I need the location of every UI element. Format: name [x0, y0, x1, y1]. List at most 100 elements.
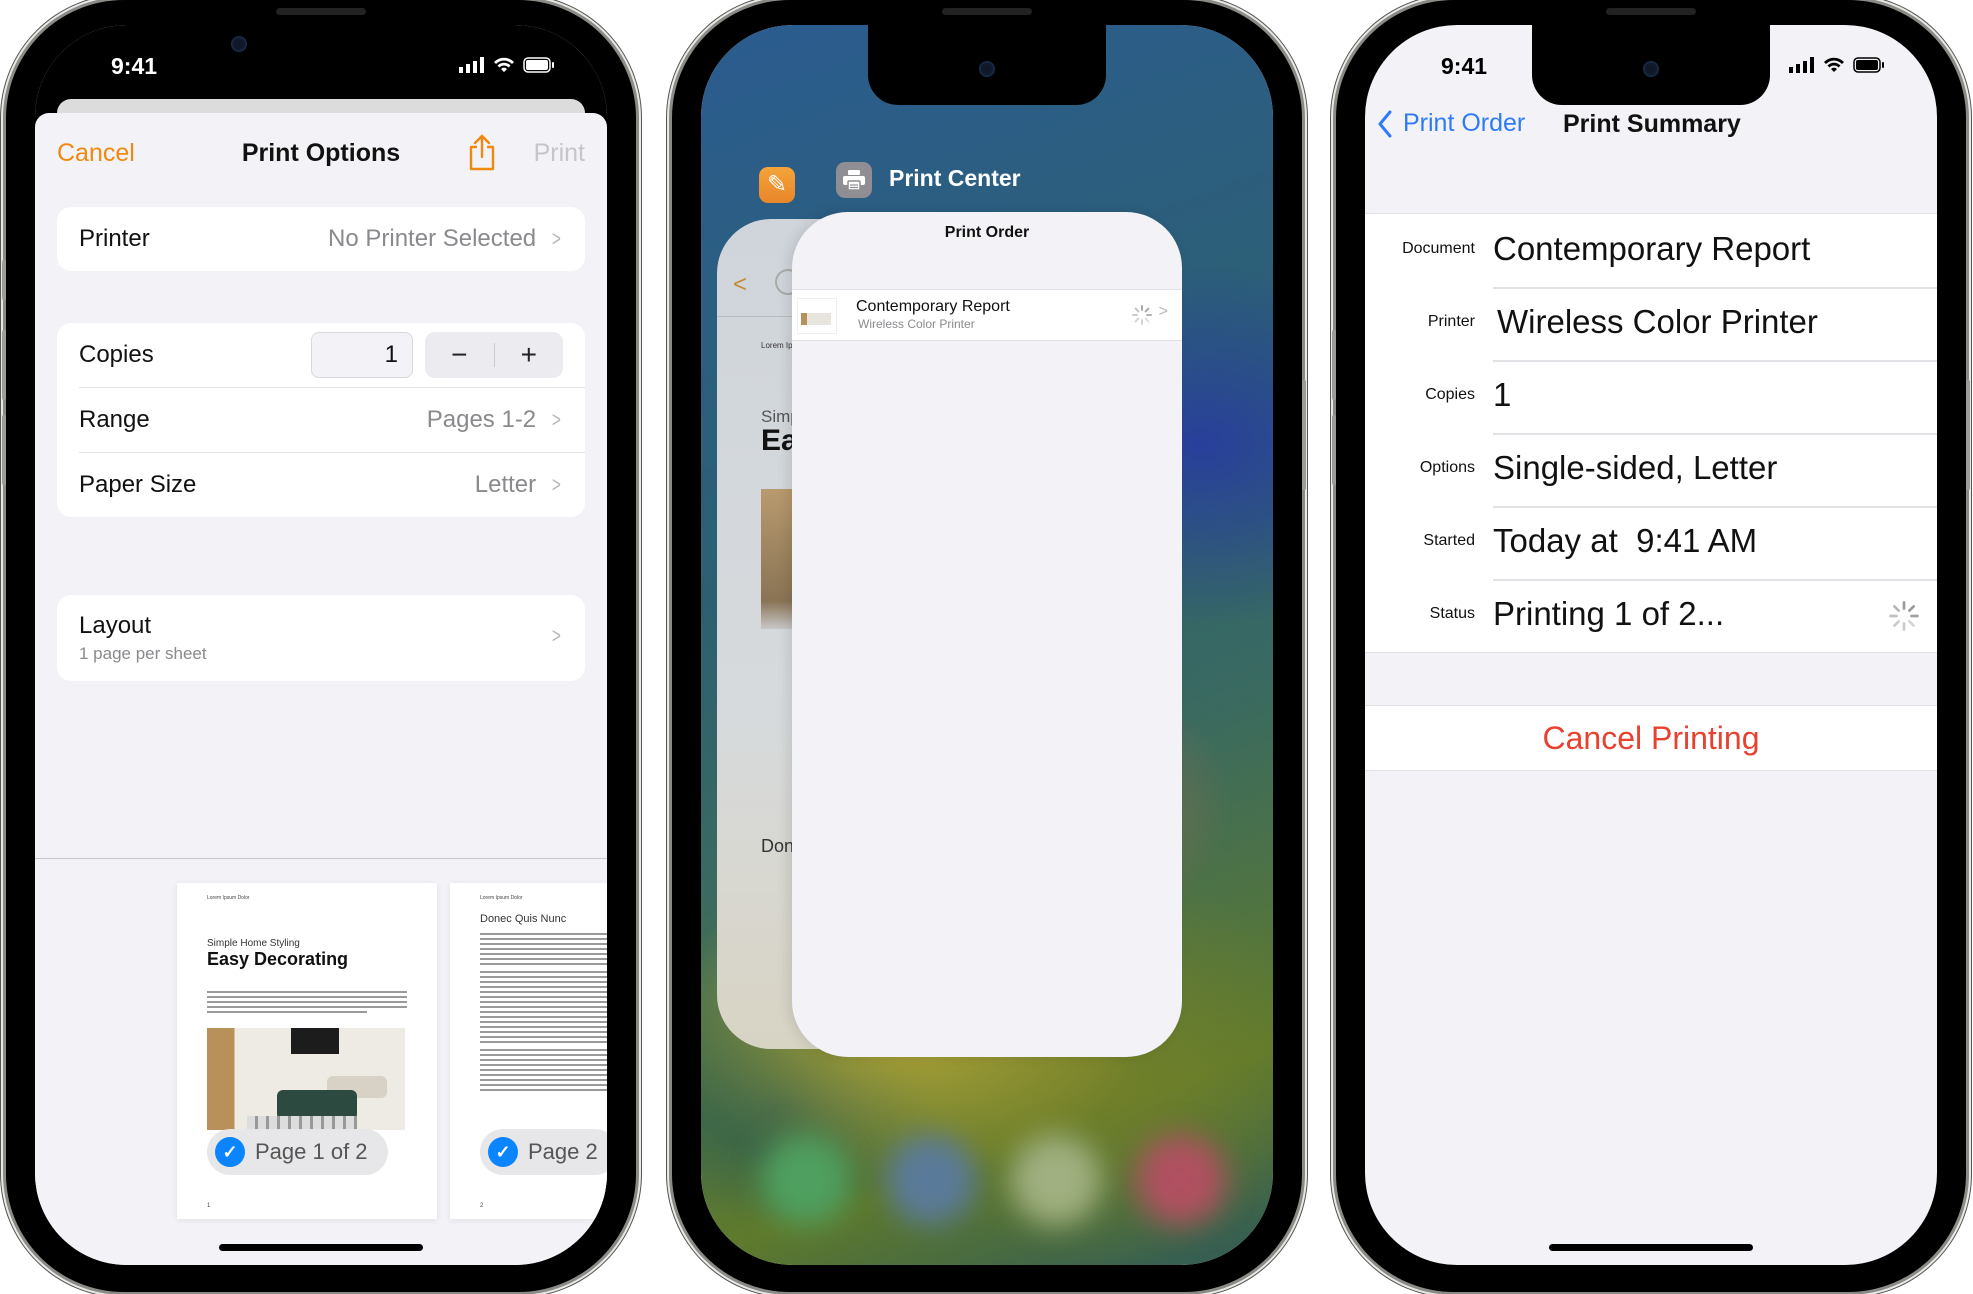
- summary-value: Wireless Color Printer: [1497, 303, 1818, 340]
- photo-art: [291, 1028, 339, 1054]
- print-options-sheet: Cancel Print Options Print Printer No Pr…: [35, 113, 607, 1265]
- cancel-printing-button[interactable]: Cancel Printing: [1365, 705, 1937, 771]
- page-2-badge-label: Page 2: [528, 1139, 598, 1164]
- earpiece-speaker: [942, 8, 1032, 15]
- wifi-icon: [494, 57, 514, 72]
- cellular-signal-icon: [1789, 57, 1814, 73]
- earpiece-speaker: [276, 8, 366, 15]
- job-printer-name: Wireless Color Printer: [858, 317, 975, 331]
- page-header: Lorem Ipsum Dolor: [207, 895, 250, 901]
- chevron-right-icon: >: [552, 226, 562, 251]
- paper-size-label: Paper Size: [79, 471, 197, 498]
- screen: ✎ Print Center < Lorem Ipsum Simp Ea Don…: [701, 25, 1273, 1265]
- summary-row-options: Options Single-sided, Letter: [1365, 433, 1937, 506]
- page-title: Print Summary: [1563, 110, 1741, 138]
- screen: 9:41 Print Order Print Summary Document …: [1365, 25, 1937, 1265]
- printer-value: No Printer Selected: [328, 225, 537, 252]
- summary-row-document: Document Contemporary Report: [1365, 214, 1937, 287]
- range-row[interactable]: Range Pages 1-2 >: [79, 387, 585, 452]
- front-camera: [1643, 61, 1659, 77]
- spinner-icon: [1889, 601, 1919, 636]
- pages-app-icon[interactable]: ✎: [759, 167, 795, 203]
- increment-button[interactable]: +: [495, 339, 564, 371]
- job-document-name: Contemporary Report: [856, 298, 1010, 315]
- home-indicator[interactable]: [219, 1244, 423, 1251]
- chevron-right-icon: >: [552, 623, 562, 648]
- layout-label: Layout: [79, 612, 152, 639]
- status-time: 9:41: [111, 53, 158, 79]
- settings-group: Copies 1 − + Range Pages 1-2 > Paper Siz…: [57, 323, 585, 517]
- page-subtitle: Simple Home Styling: [207, 938, 300, 949]
- summary-row-status: Status Printing 1 of 2...: [1365, 579, 1937, 652]
- home-indicator[interactable]: [1549, 1244, 1753, 1251]
- wifi-icon: [1824, 57, 1844, 72]
- checkmark-icon: ✓: [215, 1137, 245, 1167]
- summary-label: Started: [1423, 532, 1475, 549]
- print-job-row[interactable]: Contemporary Report Wireless Color Print…: [792, 289, 1182, 341]
- print-center-app-icon[interactable]: [836, 162, 872, 198]
- summary-label: Printer: [1427, 313, 1475, 330]
- printer-group: Printer No Printer Selected >: [57, 207, 585, 271]
- summary-label: Document: [1402, 240, 1475, 257]
- print-center-card[interactable]: Print Order Contemporary Report Wireless…: [792, 212, 1182, 1057]
- screen: 9:41 Cancel Print Options Print Printer: [35, 25, 607, 1265]
- page-title-text: Easy Decorating: [207, 949, 349, 969]
- summary-label: Copies: [1425, 386, 1475, 403]
- volume-up-button: [2, 330, 6, 400]
- phone-print-options: 9:41 Cancel Print Options Print Printer: [2, 0, 636, 1294]
- chevron-right-icon: >: [1158, 303, 1168, 320]
- summary-value: Contemporary Report: [1493, 230, 1811, 267]
- side-button: [1966, 380, 1970, 490]
- print-center-app-label: Print Center: [889, 165, 1021, 191]
- volume-up-button: [1332, 330, 1336, 400]
- phone-app-switcher: ✎ Print Center < Lorem Ipsum Simp Ea Don…: [672, 0, 1306, 1294]
- share-button[interactable]: [467, 133, 497, 176]
- checkmark-icon: ✓: [488, 1137, 518, 1167]
- nav-bar: Cancel Print Options Print: [35, 113, 607, 193]
- page-1-badge[interactable]: ✓ Page 1 of 2: [207, 1129, 388, 1175]
- print-summary-table: Document Contemporary Report Printer Wir…: [1365, 213, 1937, 653]
- phone-print-summary: 9:41 Print Order Print Summary Document …: [1332, 0, 1970, 1294]
- chevron-right-icon: >: [552, 472, 562, 497]
- copies-row: Copies 1 − +: [57, 323, 585, 387]
- page-preview-area[interactable]: Lorem Ipsum Dolor Simple Home Styling Ea…: [35, 858, 607, 1265]
- page-title: Print Options: [241, 139, 401, 167]
- document-thumbnail: [797, 298, 837, 334]
- page-2-badge[interactable]: ✓ Page 2: [480, 1129, 607, 1175]
- summary-row-printer: Printer Wireless Color Printer: [1365, 287, 1937, 360]
- layout-row[interactable]: Layout 1 page per sheet >: [57, 595, 585, 681]
- decrement-button[interactable]: −: [425, 339, 494, 371]
- paper-size-value: Letter: [474, 471, 537, 498]
- layout-sublabel: 1 page per sheet: [79, 644, 207, 663]
- page-title-text: Donec Quis Nunc: [480, 913, 567, 925]
- back-chevron-icon: <: [733, 271, 748, 298]
- printer-row[interactable]: Printer No Printer Selected >: [57, 207, 585, 271]
- front-camera: [231, 36, 247, 52]
- summary-value: Printing 1 of 2...: [1493, 595, 1725, 632]
- copies-field[interactable]: 1: [311, 332, 413, 378]
- status-time: 9:41: [1441, 53, 1488, 79]
- page-1-badge-label: Page 1 of 2: [255, 1139, 368, 1164]
- summary-value: 1: [1493, 376, 1512, 413]
- summary-label: Options: [1419, 459, 1475, 476]
- copies-label: Copies: [79, 341, 154, 368]
- spinner-icon: [1132, 305, 1152, 330]
- front-camera: [979, 61, 995, 77]
- blurred-dock-icon: [1011, 1135, 1101, 1225]
- summary-row-copies: Copies 1: [1365, 360, 1937, 433]
- status-bar: 9:41: [35, 25, 607, 105]
- printer-icon: [843, 170, 865, 191]
- volume-down-button: [1332, 415, 1336, 485]
- range-value: Pages 1-2: [426, 406, 537, 433]
- printer-label: Printer: [79, 225, 150, 252]
- layout-group: Layout 1 page per sheet >: [57, 595, 585, 681]
- back-button[interactable]: Print Order: [1377, 109, 1525, 138]
- page-number: 1: [207, 1203, 211, 1209]
- range-label: Range: [79, 406, 150, 433]
- paper-size-row[interactable]: Paper Size Letter >: [79, 452, 585, 517]
- summary-row-started: Started Today at 9:41 AM: [1365, 506, 1937, 579]
- summary-label: Status: [1429, 605, 1475, 622]
- cellular-signal-icon: [459, 57, 484, 73]
- side-button: [1302, 380, 1306, 490]
- print-button[interactable]: Print: [534, 139, 585, 168]
